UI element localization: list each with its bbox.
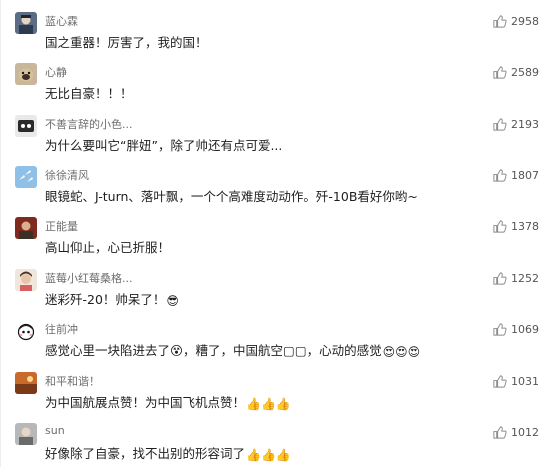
comment-item: 和平和谐！ 为中国航展点赞！为中国飞机点赞！👍👍👍 1031 [1, 372, 550, 424]
avatar[interactable] [15, 166, 37, 188]
comment-author[interactable]: sun [45, 424, 65, 437]
comment-author[interactable]: 正能量 [45, 218, 78, 234]
like-button[interactable]: 2193 [492, 117, 539, 132]
comment-text: 高山仰止，心已折服！ [45, 240, 171, 255]
comment-author[interactable]: 不善言辞的小色... [45, 116, 133, 132]
comment-list: 蓝心霖 国之重器！厉害了，我的国！ 2958 心静 无比自豪！！！ 2589 不… [0, 0, 550, 467]
like-count: 2958 [511, 15, 539, 28]
avatar-image-icon [15, 12, 37, 34]
like-count: 1031 [511, 375, 539, 388]
comment-text: 眼镜蛇、J-turn、落叶飘，一个个高难度动动作。歼-10B看好你哟~ [45, 189, 418, 204]
thumbs-up-icon [493, 169, 507, 182]
comment-text: 迷彩歼-20！帅呆了！😎 [45, 292, 179, 308]
thumbs-up-icon [493, 426, 507, 439]
like-button[interactable]: 1069 [492, 322, 539, 337]
avatar[interactable] [15, 269, 37, 291]
thumbs-up-icon [493, 272, 507, 285]
comment-text: 无比自豪！！！ [45, 86, 133, 101]
comment-text: 为中国航展点赞！为中国飞机点赞！👍👍👍 [45, 395, 291, 411]
portrait-avatar-icon [15, 217, 37, 239]
avatar[interactable] [15, 12, 37, 34]
emoji-icon: 👍👍👍 [246, 447, 291, 462]
like-button[interactable]: 1378 [492, 219, 539, 234]
like-button[interactable]: 1252 [492, 271, 539, 286]
avatar[interactable] [15, 63, 37, 85]
thumbs-up-icon [493, 15, 507, 28]
comment-item: 不善言辞的小色... 为什么要叫它“胖妞”，除了帅还有点可爱... 2193 [1, 115, 550, 167]
comment-item: 正能量 高山仰止，心已折服！ 1378 [1, 217, 550, 269]
cartoon-avatar-icon [15, 320, 37, 342]
robot-avatar-icon [15, 115, 37, 137]
thumbs-up-icon [493, 66, 507, 79]
emoji-icon: 👍👍👍 [246, 396, 291, 411]
comment-author[interactable]: 和平和谐！ [45, 373, 100, 389]
like-count: 2193 [511, 118, 539, 131]
comment-author[interactable]: 心静 [45, 64, 67, 80]
comment-author[interactable]: 蓝心霖 [45, 13, 78, 29]
like-count: 2589 [511, 66, 539, 79]
comment-item: 往前冲 感觉心里一块陷进去了😵，糟了，中国航空▢▢，心动的感觉😍😍😍 1069 [1, 320, 550, 372]
like-button[interactable]: 2958 [492, 14, 539, 29]
thumbs-up-icon [493, 375, 507, 388]
avatar[interactable] [15, 423, 37, 445]
pug-avatar-icon [15, 63, 37, 85]
like-count: 1069 [511, 323, 539, 336]
like-button[interactable]: 1807 [492, 168, 539, 183]
like-button[interactable]: 1031 [492, 374, 539, 389]
portrait-avatar-icon [15, 423, 37, 445]
emoji-icon: 😎 [166, 293, 179, 308]
comment-item: 心静 无比自豪！！！ 2589 [1, 63, 550, 115]
thumbs-up-icon [493, 220, 507, 233]
comment-item: 蓝心霖 国之重器！厉害了，我的国！ 2958 [1, 12, 550, 64]
like-count: 1807 [511, 169, 539, 182]
like-count: 1012 [511, 426, 539, 439]
jets-avatar-icon [15, 166, 37, 188]
thumbs-up-icon [493, 118, 507, 131]
avatar[interactable] [15, 372, 37, 394]
avatar[interactable] [15, 320, 37, 342]
avatar[interactable] [15, 115, 37, 137]
emoji-icon: 😍😍😍 [382, 344, 421, 359]
comment-text: 好像除了自豪，找不出别的形容词了👍👍👍 [45, 446, 291, 462]
portrait-avatar-icon [15, 269, 37, 291]
comment-text: 国之重器！厉害了，我的国！ [45, 35, 208, 50]
landscape-avatar-icon [15, 372, 37, 394]
comment-item: 蓝莓小红莓桑格... 迷彩歼-20！帅呆了！😎 1252 [1, 269, 550, 321]
like-count: 1252 [511, 272, 539, 285]
thumbs-up-icon [493, 323, 507, 336]
comment-item: 徐徐清风 眼镜蛇、J-turn、落叶飘，一个个高难度动动作。歼-10B看好你哟~… [1, 166, 550, 218]
comment-author[interactable]: 往前冲 [45, 321, 78, 337]
like-button[interactable]: 1012 [492, 425, 539, 440]
like-count: 1378 [511, 220, 539, 233]
comment-text: 为什么要叫它“胖妞”，除了帅还有点可爱... [45, 138, 283, 153]
comment-text: 感觉心里一块陷进去了😵，糟了，中国航空▢▢，心动的感觉😍😍😍 [45, 343, 421, 359]
avatar[interactable] [15, 217, 37, 239]
like-button[interactable]: 2589 [492, 65, 539, 80]
comment-author[interactable]: 徐徐清风 [45, 167, 89, 183]
comment-item: sun 好像除了自豪，找不出别的形容词了👍👍👍 1012 [1, 423, 550, 475]
comment-author[interactable]: 蓝莓小红莓桑格... [45, 270, 133, 286]
